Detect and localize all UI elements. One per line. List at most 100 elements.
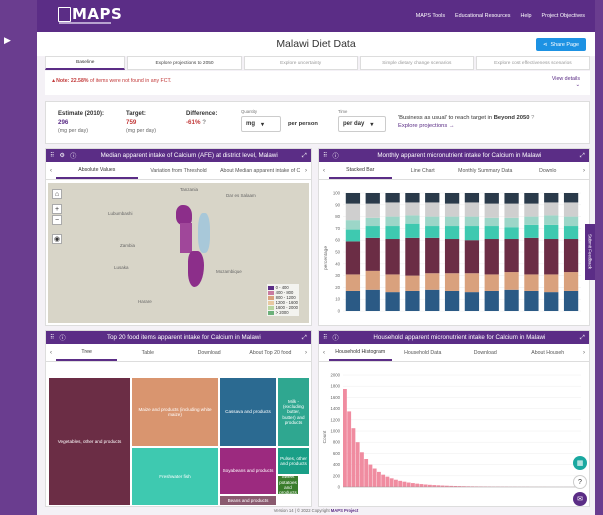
tab-monthly-summary[interactable]: Monthly Summary Data	[454, 164, 517, 178]
tab-download[interactable]: Download	[179, 346, 240, 360]
treemap-tile[interactable]: Sweet potatoes and products	[277, 475, 299, 495]
tab-household-data[interactable]: Household Data	[392, 346, 455, 360]
expand-icon[interactable]: ⤢	[302, 152, 307, 160]
expand-icon[interactable]: ⤢	[580, 152, 585, 160]
map-canvas[interactable]: ⌂ + − ◉ Tanzania Dar es Salaam Zambia Lu…	[48, 183, 309, 323]
stacked-bar-segment	[504, 272, 519, 290]
map-panel-tabs: ‹ Absolute Values Variation from Thresho…	[46, 162, 311, 180]
tab-download[interactable]: Download	[454, 346, 517, 360]
tab-absolute-values[interactable]: Absolute Values	[56, 163, 138, 179]
label-mozambique: Mozambique	[216, 269, 242, 274]
chat-icon[interactable]: ✉	[573, 492, 587, 506]
tab-scroll-right-icon[interactable]: ›	[579, 350, 589, 356]
treemap-tile[interactable]: Cassava and products	[219, 377, 277, 447]
note-percent: 22.58%	[70, 78, 89, 84]
nav-link-educational-resources[interactable]: Educational Resources	[455, 13, 510, 19]
tab-variation-threshold[interactable]: Variation from Threshold	[138, 164, 220, 178]
explore-projections-link[interactable]: Explore projections →	[398, 123, 534, 129]
time-select[interactable]: Time per day ▾	[338, 109, 386, 132]
expand-sidebar-icon[interactable]: ▶	[4, 35, 14, 45]
y-axis-label: Count	[322, 430, 328, 443]
help-icon[interactable]: ?	[531, 115, 534, 121]
nav-link-maps-tools[interactable]: MAPS Tools	[416, 13, 445, 19]
tab-about-median[interactable]: About Median apparent intake of C	[219, 164, 301, 178]
treemap-tile[interactable]: Milk - (excluding butter, butter) and pr…	[277, 377, 310, 447]
tab-about-top20[interactable]: About Top 20 food	[240, 346, 301, 360]
drag-handle-icon[interactable]: ⠿	[323, 334, 328, 341]
nav-link-project-objectives[interactable]: Project Objectives	[542, 13, 585, 19]
drag-handle-icon[interactable]: ⠿	[50, 334, 55, 341]
tab-stacked-bar[interactable]: Stacked Bar	[329, 163, 392, 179]
info-icon[interactable]: ⓘ	[60, 333, 66, 342]
label-dar-es-salaam: Dar es Salaam	[226, 193, 256, 198]
tab-scroll-right-icon[interactable]: ›	[301, 168, 311, 174]
tab-baseline[interactable]: Baseline	[45, 56, 126, 70]
treemap-tile[interactable]: Freshwater fish	[131, 447, 219, 506]
histogram-bar	[368, 464, 373, 487]
stacked-bar-segment	[544, 292, 559, 311]
stacked-bar-segment	[405, 193, 420, 203]
view-details-link[interactable]: View details ⌄	[552, 76, 580, 88]
help-icon[interactable]: ?	[202, 119, 206, 126]
footer-org-link[interactable]: MAPS Project	[331, 508, 358, 513]
tab-about-household[interactable]: About Househ	[517, 346, 580, 360]
tab-dietary-change[interactable]: Simple dietary change scenarios	[359, 56, 474, 70]
tab-scroll-left-icon[interactable]: ‹	[319, 350, 329, 356]
treemap-tile[interactable]: Beans and products	[219, 495, 277, 506]
expand-icon[interactable]: ⤢	[580, 334, 585, 342]
maps-logo[interactable]: MAPS	[58, 5, 122, 26]
drag-handle-icon[interactable]: ⠿	[323, 152, 328, 159]
tab-uncertainty[interactable]: Explore uncertainty	[243, 56, 358, 70]
camera-icon[interactable]: ◉	[52, 234, 62, 244]
drag-handle-icon[interactable]: ⠿	[50, 152, 55, 159]
stacked-bar-segment	[425, 193, 440, 203]
treemap-tile[interactable]: Pulses, other and products	[277, 447, 310, 475]
scenario-tabs: Baseline Explore projections to 2050 Exp…	[45, 56, 590, 70]
zoom-out-button[interactable]: −	[52, 215, 62, 225]
household-histogram[interactable]: Count 0 200 400 600 800 1000 1200 1400 1600 1800 2…	[321, 365, 587, 505]
tab-projections[interactable]: Explore projections to 2050	[127, 56, 242, 70]
nav-link-help[interactable]: Help	[520, 13, 531, 19]
zoom-in-button[interactable]: +	[52, 204, 62, 214]
treemap-tile[interactable]: Vegetables, other and products	[48, 377, 131, 506]
stats-card: Estimate (2010): 296 (mg per day) Target…	[45, 101, 590, 144]
info-icon[interactable]: ⓘ	[333, 151, 339, 160]
tab-household-histogram[interactable]: Household Histogram	[329, 345, 392, 361]
help-icon[interactable]: ?	[573, 475, 587, 489]
stacked-bar-chart[interactable]: percentage 0 10 20 30 40 50 60 70 80 90 100	[321, 183, 587, 323]
tab-line-chart[interactable]: Line Chart	[392, 164, 455, 178]
info-icon[interactable]: ⓘ	[333, 333, 339, 342]
stacked-bar-segment	[464, 226, 480, 241]
y-tick-label: 0	[338, 485, 341, 490]
expand-icon[interactable]: ⤢	[302, 334, 307, 342]
district-central[interactable]	[180, 223, 192, 253]
home-icon[interactable]: ⌂	[52, 189, 62, 199]
tab-scroll-left-icon[interactable]: ‹	[46, 350, 56, 356]
note-text: of items were not found in any FCT.	[88, 78, 172, 84]
treemap-tile[interactable]: Soyabeans and products	[219, 447, 277, 495]
page: MAPS MAPS Tools Educational Resources He…	[37, 0, 595, 515]
district-north[interactable]	[176, 205, 192, 225]
stacked-bar-segment	[563, 216, 579, 227]
quantity-select[interactable]: Quantity mg ▾	[241, 109, 281, 132]
page-title: Malawi Diet Data	[276, 38, 356, 50]
stacked-bar-segment	[365, 226, 380, 238]
tab-download[interactable]: Downlo	[517, 164, 580, 178]
info-icon[interactable]: ⓘ	[70, 151, 76, 160]
settings-icon[interactable]: ⚙	[60, 152, 66, 159]
tab-tree[interactable]: Tree	[56, 345, 118, 361]
tab-scroll-right-icon[interactable]: ›	[301, 350, 311, 356]
treemap-tile[interactable]: Maize and products (including white maiz…	[131, 377, 219, 447]
household-panel-tabs: ‹ Household Histogram Household Data Dow…	[319, 344, 589, 362]
difference-label: Difference:	[186, 111, 218, 117]
tab-table[interactable]: Table	[117, 346, 178, 360]
tab-scroll-left-icon[interactable]: ‹	[46, 168, 56, 174]
histogram-bar	[381, 474, 386, 487]
tab-scroll-right-icon[interactable]: ›	[579, 168, 589, 174]
treemap[interactable]: Vegetables, other and products Maize and …	[48, 377, 310, 506]
apps-grid-icon[interactable]: ▦	[573, 456, 587, 470]
tab-cost-effectiveness[interactable]: Explore cost effectiveness scenarios	[475, 56, 590, 70]
submit-feedback-tab[interactable]: Submit Feedback	[585, 224, 595, 280]
tab-scroll-left-icon[interactable]: ‹	[319, 168, 329, 174]
share-page-button[interactable]: ⋖ Share Page	[536, 38, 586, 51]
